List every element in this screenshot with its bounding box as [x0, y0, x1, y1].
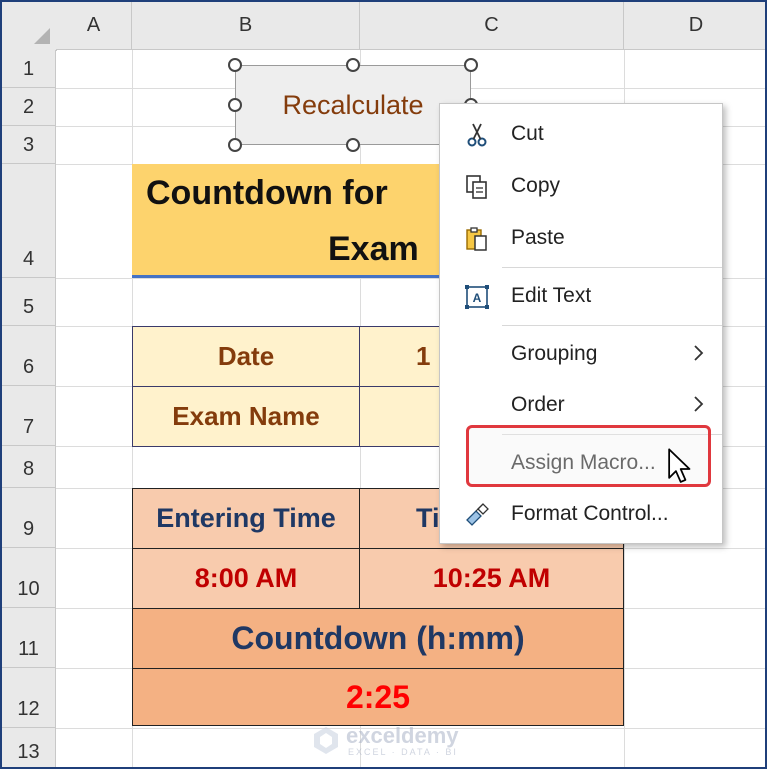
row-header-3[interactable]: 3: [2, 126, 56, 164]
paste-icon: [466, 227, 487, 251]
menu-item-format-control[interactable]: Format Control...: [440, 488, 722, 540]
resize-handle[interactable]: [346, 58, 360, 72]
countdown-header[interactable]: Countdown (h:mm): [132, 608, 624, 669]
menu-item-copy[interactable]: Copy: [440, 160, 722, 212]
chevron-right-icon: [694, 345, 704, 361]
row-header-9[interactable]: 9: [2, 488, 56, 548]
watermark-name: exceldemy: [346, 723, 459, 748]
resize-handle[interactable]: [228, 58, 242, 72]
menu-item-order[interactable]: Order: [440, 379, 722, 431]
row-header-8[interactable]: 8: [2, 446, 56, 488]
resize-handle[interactable]: [228, 138, 242, 152]
svg-text:A: A: [473, 291, 482, 305]
row-header-1[interactable]: 1: [2, 50, 56, 88]
recalculate-button[interactable]: Recalculate: [235, 65, 471, 145]
date-label-cell[interactable]: Date: [132, 326, 360, 387]
mouse-pointer-icon: [668, 448, 691, 483]
recalculate-button-label: Recalculate: [282, 89, 424, 120]
menu-item-label: Grouping: [511, 342, 598, 365]
menu-item-label: Order: [511, 393, 565, 416]
entering-time-header[interactable]: Entering Time: [132, 488, 360, 549]
menu-item-label: Format Control...: [511, 502, 669, 525]
menu-item-edit-text[interactable]: A Edit Text: [440, 270, 722, 322]
format-control-icon: [466, 503, 489, 526]
time-value-2[interactable]: 10:25 AM: [359, 548, 624, 609]
entering-time-value[interactable]: 8:00 AM: [132, 548, 360, 609]
menu-item-label: Copy: [511, 174, 561, 197]
menu-item-paste[interactable]: Paste: [440, 212, 722, 264]
watermark-tagline: EXCEL · DATA · BI: [348, 747, 458, 757]
select-all-triangle-icon: [34, 28, 50, 44]
menu-item-grouping[interactable]: Grouping: [440, 328, 722, 380]
row-header-6[interactable]: 6: [2, 326, 56, 386]
menu-item-label: Paste: [511, 226, 565, 249]
menu-separator: [502, 325, 722, 326]
title-line-2: Exam: [328, 230, 419, 268]
menu-item-cut[interactable]: Cut: [440, 108, 722, 160]
resize-handle[interactable]: [228, 98, 242, 112]
exam-name-label-cell[interactable]: Exam Name: [132, 386, 360, 447]
row-header-13[interactable]: 13: [2, 728, 56, 767]
exceldemy-logo-icon: [314, 727, 338, 754]
menu-item-label: Edit Text: [511, 284, 592, 307]
row-header-2[interactable]: 2: [2, 88, 56, 126]
column-header-a[interactable]: A: [56, 2, 132, 50]
resize-handle[interactable]: [464, 58, 478, 72]
row-header-5[interactable]: 5: [2, 278, 56, 326]
countdown-value[interactable]: 2:25: [132, 668, 624, 726]
edit-text-icon: A: [465, 285, 489, 309]
row-header-7[interactable]: 7: [2, 386, 56, 446]
exceldemy-watermark: exceldemy EXCEL · DATA · BI: [312, 723, 462, 759]
row-header-11[interactable]: 11: [2, 608, 56, 668]
row-header-4[interactable]: 4: [2, 164, 56, 278]
excel-window: A B C D 1 2 3 4 5 6 7 8 9 10 11 12 13 Co…: [0, 0, 767, 769]
chevron-right-icon: [694, 396, 704, 412]
row-header-12[interactable]: 12: [2, 668, 56, 728]
select-all-corner[interactable]: [2, 2, 57, 51]
title-line-1: Countdown for: [146, 174, 388, 212]
column-header-b[interactable]: B: [132, 2, 360, 50]
column-header-c[interactable]: C: [360, 2, 624, 50]
row-header-10[interactable]: 10: [2, 548, 56, 608]
menu-separator: [502, 267, 722, 268]
column-header-d[interactable]: D: [624, 2, 765, 50]
resize-handle[interactable]: [346, 138, 360, 152]
menu-item-label: Cut: [511, 122, 544, 145]
copy-icon: [466, 175, 487, 199]
scissors-icon: [467, 123, 487, 147]
